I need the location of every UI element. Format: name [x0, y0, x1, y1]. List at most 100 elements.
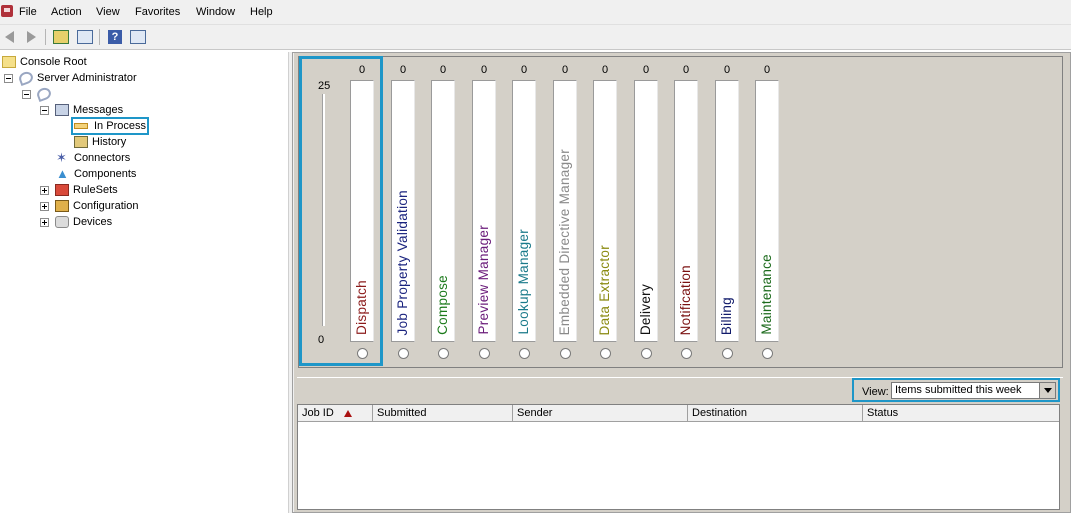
column-label: Submitted — [377, 407, 427, 419]
forward-icon[interactable] — [22, 28, 40, 46]
sort-ascending-icon — [343, 409, 352, 417]
queue-column-data-extractor[interactable]: Data Extractor — [593, 80, 617, 342]
menu-help[interactable]: Help — [250, 6, 273, 18]
tree-item-server-node[interactable] — [22, 85, 55, 103]
queue-count-embedded-directive-manager: 0 — [561, 64, 569, 76]
tree-label: Connectors — [74, 152, 131, 164]
column-label: Destination — [692, 407, 748, 419]
tree-item-history[interactable]: History — [74, 134, 126, 150]
tree-label: History — [92, 136, 127, 148]
queue-label: Maintenance — [759, 254, 774, 335]
tree-label: Console Root — [20, 56, 87, 68]
app-icon[interactable] — [1, 5, 13, 17]
queue-label: Delivery — [638, 283, 653, 335]
show-hide-action-pane-icon[interactable] — [129, 28, 147, 46]
menu-view[interactable]: View — [96, 6, 120, 18]
up-folder-icon[interactable] — [52, 28, 70, 46]
queue-count-notification: 0 — [682, 64, 690, 76]
configuration-icon — [55, 200, 69, 212]
tree-label: Server Administrator — [37, 72, 137, 84]
queue-count-compose: 0 — [439, 64, 447, 76]
queue-count-data-extractor: 0 — [601, 64, 609, 76]
collapse-icon[interactable] — [22, 89, 31, 99]
menu-favorites[interactable]: Favorites — [135, 6, 180, 18]
server-icon — [17, 69, 35, 87]
expand-icon[interactable] — [40, 185, 49, 195]
column-header-status[interactable]: Status — [863, 405, 1059, 421]
queue-radio-data-extractor[interactable] — [600, 348, 611, 359]
queue-radio-embedded-directive-manager[interactable] — [560, 348, 571, 359]
tree-item-components[interactable]: ▲ Components — [56, 166, 136, 182]
queue-label: Compose — [435, 275, 450, 335]
queue-label: Data Extractor — [597, 244, 612, 335]
column-header-destination[interactable]: Destination — [688, 405, 863, 421]
folder-icon — [2, 56, 16, 68]
job-table: Job ID Submitted Sender Destination Stat… — [297, 404, 1060, 510]
queue-count-maintenance: 0 — [763, 64, 771, 76]
toolbar-separator — [45, 29, 46, 45]
devices-icon — [55, 216, 69, 228]
components-icon: ▲ — [56, 166, 69, 181]
tree-item-rulesets[interactable]: RuleSets — [40, 182, 118, 198]
queue-label: Lookup Manager — [516, 229, 531, 335]
queue-radio-job-property-validation[interactable] — [398, 348, 409, 359]
queue-column-job-property-validation[interactable]: Job Property Validation — [391, 80, 415, 342]
queue-label: Job Property Validation — [395, 189, 410, 335]
tree-label: Components — [74, 168, 137, 180]
queue-column-notification[interactable]: Notification — [674, 80, 698, 342]
tree-item-configuration[interactable]: Configuration — [40, 198, 138, 214]
queue-count-delivery: 0 — [642, 64, 650, 76]
queue-radio-notification[interactable] — [681, 348, 692, 359]
queue-radio-preview-manager[interactable] — [479, 348, 490, 359]
view-highlight — [852, 378, 1060, 402]
expand-icon[interactable] — [40, 201, 49, 211]
tree-label: Messages — [73, 104, 124, 116]
tree-item-connectors[interactable]: ✶ Connectors — [56, 150, 130, 166]
queue-radio-delivery[interactable] — [641, 348, 652, 359]
queue-radio-compose[interactable] — [438, 348, 449, 359]
server-icon — [35, 85, 53, 103]
queue-label: Notification — [678, 264, 693, 335]
queue-column-delivery[interactable]: Delivery — [634, 80, 658, 342]
history-icon — [74, 136, 88, 148]
menu-action[interactable]: Action — [51, 6, 82, 18]
show-hide-tree-icon[interactable] — [76, 28, 94, 46]
queue-count-billing: 0 — [723, 64, 731, 76]
help-icon[interactable]: ? — [106, 28, 124, 46]
queue-column-maintenance[interactable]: Maintenance — [755, 80, 779, 342]
expand-icon[interactable] — [40, 217, 49, 227]
tree-item-console-root[interactable]: Console Root — [2, 54, 87, 70]
column-label: Job ID — [302, 407, 334, 419]
queue-label: Preview Manager — [476, 225, 491, 335]
tree-item-devices[interactable]: Devices — [40, 214, 112, 230]
menu-window[interactable]: Window — [196, 6, 235, 18]
menu-file[interactable]: File — [19, 6, 37, 18]
column-header-sender[interactable]: Sender — [513, 405, 688, 421]
queue-radio-maintenance[interactable] — [762, 348, 773, 359]
column-label: Sender — [517, 407, 553, 419]
tree-label: RuleSets — [73, 184, 118, 196]
queue-column-lookup-manager[interactable]: Lookup Manager — [512, 80, 536, 342]
tree-item-messages[interactable]: Messages — [40, 102, 123, 118]
queue-radio-billing[interactable] — [722, 348, 733, 359]
column-header-job-id[interactable]: Job ID — [298, 405, 373, 421]
tree-label: Configuration — [73, 200, 139, 212]
queue-column-preview-manager[interactable]: Preview Manager — [472, 80, 496, 342]
collapse-icon[interactable] — [40, 105, 49, 115]
queue-column-compose[interactable]: Compose — [431, 80, 455, 342]
queue-count-lookup-manager: 0 — [520, 64, 528, 76]
queue-column-billing[interactable]: Billing — [715, 80, 739, 342]
dispatch-highlight — [299, 56, 383, 366]
toolbar-separator — [99, 29, 100, 45]
menu-bar: File Action View Favorites Window Help — [0, 0, 1071, 25]
tree-item-server-administrator[interactable]: Server Administrator — [4, 69, 137, 87]
queue-count-preview-manager: 0 — [480, 64, 488, 76]
rulesets-icon — [55, 184, 69, 196]
queue-radio-lookup-manager[interactable] — [519, 348, 530, 359]
collapse-icon[interactable] — [4, 73, 13, 83]
column-label: Status — [867, 407, 899, 419]
column-header-submitted[interactable]: Submitted — [373, 405, 513, 421]
queue-column-embedded-directive-manager[interactable]: Embedded Directive Manager — [553, 80, 577, 342]
back-icon[interactable] — [0, 28, 18, 46]
connectors-icon: ✶ — [56, 150, 67, 165]
